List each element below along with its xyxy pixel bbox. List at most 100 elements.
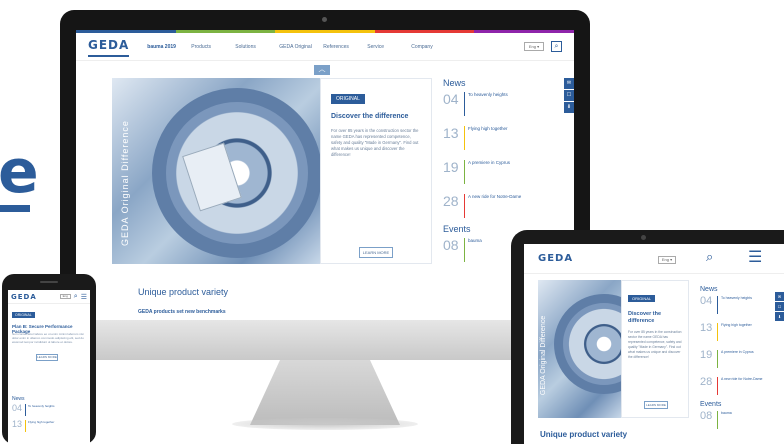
news-item[interactable]: 04 To heavenly heights xyxy=(700,296,780,320)
news-item[interactable]: 13 Flying high together xyxy=(700,323,780,347)
monitor-camera xyxy=(322,17,327,22)
nav-item-geda-original[interactable]: GEDA Original xyxy=(279,44,323,50)
nav-item-company[interactable]: Company xyxy=(411,44,455,50)
events-heading: Events xyxy=(700,401,722,408)
nav-item-service[interactable]: Service xyxy=(367,44,411,50)
logo[interactable]: GEDA xyxy=(88,36,130,57)
download-icon[interactable]: ⬇ xyxy=(775,312,784,321)
news-title[interactable]: A new ride for Notre-Dame xyxy=(721,377,762,382)
phone-screen: GEDA Eng ⌕ ☰ ORIGINAL Plan B: Secure Per… xyxy=(8,290,90,444)
search-icon[interactable]: ⌕ xyxy=(706,249,713,265)
language-select[interactable]: Eng ▾ xyxy=(524,42,544,51)
learn-more-button[interactable]: LEARN MORE xyxy=(36,354,58,361)
phone-speaker xyxy=(40,281,58,283)
news-title[interactable]: Flying high together xyxy=(28,420,54,424)
event-item[interactable]: 08 bauma xyxy=(700,411,780,435)
news-item[interactable]: 28 A new ride for Notre-Dame xyxy=(700,377,780,401)
news-title[interactable]: Flying high together xyxy=(468,126,508,132)
learn-more-button[interactable]: LEARN MORE xyxy=(644,401,668,409)
news-color-bar xyxy=(464,126,465,150)
monitor-stand xyxy=(250,360,400,425)
device-mockup-stage: e GEDA bauma 2019 Products Solutions GED… xyxy=(0,0,784,444)
news-day: 04 xyxy=(443,91,459,107)
news-color-bar xyxy=(717,323,718,341)
unique-subheading: GEDA products set new benchmarks xyxy=(138,309,226,315)
menu-icon[interactable]: ☰ xyxy=(81,293,87,301)
news-heading: News xyxy=(700,286,718,293)
news-title[interactable]: A premiere in Cyprus xyxy=(468,160,510,166)
hero-heading: Discover the difference xyxy=(331,113,409,120)
news-color-bar xyxy=(717,350,718,368)
news-color-bar xyxy=(25,404,26,416)
news-day: 19 xyxy=(700,349,713,361)
news-item[interactable]: 19 A premiere in Cyprus xyxy=(700,350,780,374)
event-title[interactable]: bauma xyxy=(721,411,732,416)
news-heading: News xyxy=(12,396,25,402)
search-icon[interactable]: ⌕ xyxy=(551,41,562,52)
unique-heading: Unique product variety xyxy=(540,430,628,439)
hero-wheel-graphic xyxy=(554,294,621,394)
event-title[interactable]: bauma xyxy=(468,238,482,244)
news-item[interactable]: 19 A premiere in Cyprus xyxy=(443,160,553,190)
news-title[interactable]: To heavenly heights xyxy=(28,404,55,408)
main-nav: bauma 2019 Products Solutions GEDA Origi… xyxy=(147,44,455,50)
news-title[interactable]: A premiere in Cyprus xyxy=(721,350,754,355)
nav-item-references[interactable]: References xyxy=(323,44,367,50)
hero-text: For over 85 years in the construction se… xyxy=(331,128,419,157)
news-day: 13 xyxy=(443,125,459,141)
news-title[interactable]: To heavenly heights xyxy=(721,296,752,301)
language-select[interactable]: Eng xyxy=(59,294,71,299)
original-badge: ORIGINAL xyxy=(12,312,35,318)
menu-icon[interactable]: ☰ xyxy=(748,247,762,267)
original-badge: ORIGINAL xyxy=(331,94,365,104)
event-day: 08 xyxy=(443,237,459,253)
catalog-icon[interactable]: ☐ xyxy=(775,302,784,311)
news-color-bar xyxy=(717,296,718,314)
desktop-screen: GEDA bauma 2019 Products Solutions GEDA … xyxy=(76,30,574,335)
search-icon[interactable]: ⌕ xyxy=(74,293,78,301)
news-title[interactable]: Flying high together xyxy=(721,323,752,328)
news-item[interactable]: 13 Flying high together xyxy=(12,420,54,432)
nav-item-bauma[interactable]: bauma 2019 xyxy=(147,44,191,50)
news-day: 28 xyxy=(700,376,713,388)
backdrop-underline xyxy=(0,205,30,212)
original-badge: ORIGINAL xyxy=(628,295,656,302)
logo-text[interactable]: GEDA xyxy=(11,293,37,301)
news-day: 13 xyxy=(12,419,23,429)
news-title[interactable]: To heavenly heights xyxy=(468,92,508,98)
download-icon[interactable]: ⬇ xyxy=(564,102,574,113)
mail-icon[interactable]: ✉ xyxy=(775,292,784,301)
hero-heading: Discover the difference xyxy=(628,311,662,324)
nav-item-products[interactable]: Products xyxy=(191,44,235,50)
desktop-header: GEDA bauma 2019 Products Solutions GEDA … xyxy=(76,33,574,61)
catalog-icon[interactable]: ☐ xyxy=(564,90,574,101)
hero-card: ORIGINAL Discover the difference For ove… xyxy=(621,280,689,418)
hero-image: GEDA Original Difference xyxy=(538,280,621,418)
news-color-bar xyxy=(464,160,465,184)
news-item[interactable]: 04 To heavenly heights xyxy=(443,92,553,122)
news-panel: News 04 To heavenly heights 13 Flying hi… xyxy=(700,286,780,435)
tablet-device: GEDA Eng ▾ ⌕ ☰ GEDA Original Difference … xyxy=(511,230,784,444)
mail-icon[interactable]: ✉ xyxy=(564,78,574,89)
language-select[interactable]: Eng ▾ xyxy=(658,256,676,264)
news-heading: News xyxy=(443,78,466,88)
news-item[interactable]: 28 A new ride for Notre-Dame xyxy=(443,194,553,224)
news-day: 04 xyxy=(12,403,23,413)
logo-underline xyxy=(88,55,130,57)
phone-header: GEDA Eng ⌕ ☰ xyxy=(8,290,90,304)
hero-text: For over 85 years in the construction se… xyxy=(628,330,682,359)
side-toolbar: ✉ ☐ ⬇ xyxy=(775,292,784,322)
logo-text: GEDA xyxy=(88,38,130,52)
nav-item-solutions[interactable]: Solutions xyxy=(235,44,279,50)
news-title[interactable]: A new ride for Notre-Dame xyxy=(468,194,521,200)
side-toolbar: ✉ ☐ ⬇ xyxy=(564,78,574,114)
news-color-bar xyxy=(717,377,718,395)
learn-more-button[interactable]: LEARN MORE xyxy=(359,247,393,258)
news-item[interactable]: 13 Flying high together xyxy=(443,126,553,156)
news-item[interactable]: 04 To heavenly heights xyxy=(12,404,55,416)
collapse-up-icon[interactable]: ︿ xyxy=(314,65,330,75)
news-day: 04 xyxy=(700,295,713,307)
backdrop-letter: e xyxy=(0,137,39,207)
hero-image: GEDA Original Difference xyxy=(112,78,320,264)
logo-text[interactable]: GEDA xyxy=(538,253,573,264)
